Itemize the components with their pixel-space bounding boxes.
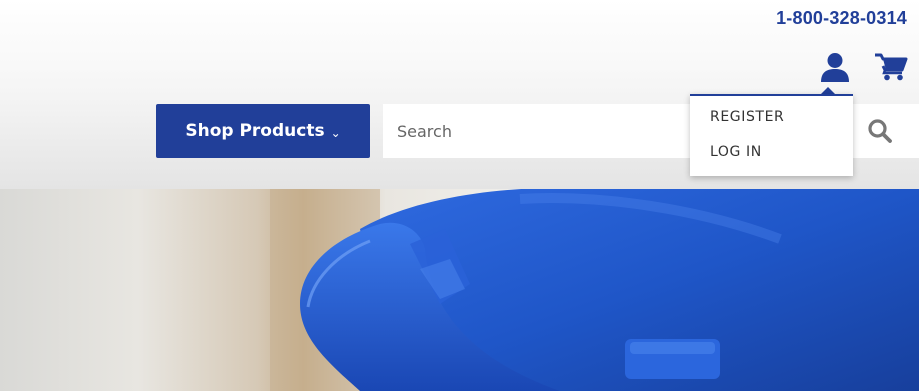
site-header: 1-800-328-0314 Shop Products ⌄ REGIST: [0, 0, 919, 189]
hard-hat-image: [270, 189, 919, 391]
login-link[interactable]: LOG IN: [710, 144, 762, 160]
shop-products-label: Shop Products: [185, 121, 325, 141]
register-link[interactable]: REGISTER: [710, 109, 784, 125]
shop-products-button[interactable]: Shop Products ⌄: [156, 104, 370, 158]
account-dropdown-menu: REGISTER LOG IN: [690, 94, 853, 176]
user-icon[interactable]: [820, 52, 850, 82]
search-icon[interactable]: [867, 118, 893, 144]
hero-banner: [0, 189, 919, 391]
cart-icon[interactable]: [874, 53, 908, 81]
chevron-down-icon: ⌄: [330, 125, 341, 140]
dropdown-pointer: [821, 87, 835, 94]
phone-number[interactable]: 1-800-328-0314: [776, 8, 907, 29]
